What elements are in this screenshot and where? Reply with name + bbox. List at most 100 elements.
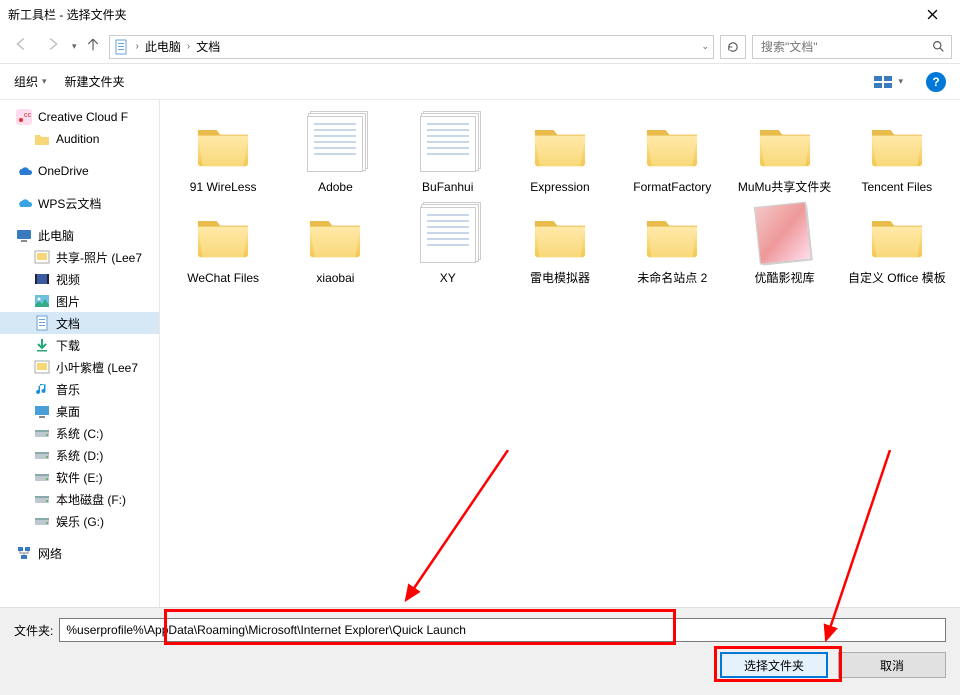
folder-icon (528, 208, 592, 263)
folder-item[interactable]: 91 WireLess (170, 114, 276, 195)
tree-item[interactable]: 共享-照片 (Lee7 (0, 246, 159, 268)
folder-path-input[interactable] (59, 618, 946, 642)
forward-button[interactable] (40, 35, 66, 58)
folder-field-label: 文件夹: (14, 622, 53, 639)
item-label: xiaobai (316, 271, 354, 286)
item-label: Adobe (318, 180, 353, 195)
folder-icon (191, 208, 255, 263)
organize-menu[interactable]: 组织 ▾ (14, 73, 47, 90)
tree-item-label: 娱乐 (G:) (56, 513, 104, 530)
help-button[interactable]: ? (926, 72, 946, 92)
address-history-dropdown[interactable]: ⌄ (701, 41, 709, 52)
cancel-button[interactable]: 取消 (838, 652, 946, 678)
folder-content-pane[interactable]: 91 WireLess Adobe BuFanhuiExpression Format… (160, 100, 960, 607)
folder-icon (303, 208, 367, 263)
folder-icon (865, 117, 929, 172)
document-location-icon (114, 39, 130, 55)
tree-item[interactable]: cc Creative Cloud F (0, 106, 159, 128)
refresh-button[interactable] (720, 35, 746, 59)
tree-item[interactable]: 桌面 (0, 400, 159, 422)
folder-item[interactable]: XY (395, 205, 501, 286)
tree-item[interactable]: OneDrive (0, 160, 159, 182)
tree-item[interactable]: 软件 (E:) (0, 466, 159, 488)
back-button[interactable] (8, 35, 34, 58)
svg-text:cc: cc (24, 112, 32, 119)
tree-item[interactable]: 娱乐 (G:) (0, 510, 159, 532)
folder-item[interactable]: Tencent Files (844, 114, 950, 195)
tree-item[interactable]: 小叶紫檀 (Lee7 (0, 356, 159, 378)
picture-icon (34, 293, 50, 309)
tree-item[interactable]: 音乐 (0, 378, 159, 400)
document-stack-icon (420, 116, 476, 172)
search-box[interactable] (752, 35, 952, 59)
close-icon (927, 9, 938, 20)
folder-icon (865, 208, 929, 263)
tree-item[interactable]: 图片 (0, 290, 159, 312)
tree-item[interactable]: 文档 (0, 312, 159, 334)
item-label: FormatFactory (633, 180, 711, 195)
item-label: 雷电模拟器 (530, 271, 590, 286)
network-icon (16, 545, 32, 561)
tree-item-label: 本地磁盘 (F:) (56, 491, 126, 508)
folder-item[interactable]: 未命名站点 2 (619, 205, 725, 286)
breadcrumb-documents[interactable]: 文档 (196, 38, 220, 55)
new-folder-button[interactable]: 新建文件夹 (65, 73, 125, 90)
photo-icon (34, 359, 50, 375)
breadcrumb-separator-icon: › (187, 41, 190, 52)
recent-locations-dropdown[interactable]: ▾ (72, 41, 77, 52)
tree-item[interactable]: 系统 (C:) (0, 422, 159, 444)
document-stack-icon (420, 207, 476, 263)
tree-item-label: Creative Cloud F (38, 110, 128, 124)
tree-item[interactable]: 本地磁盘 (F:) (0, 488, 159, 510)
tree-item[interactable]: 网络 (0, 542, 159, 564)
photo-stack-icon (757, 205, 813, 266)
tree-item-label: 视频 (56, 271, 80, 288)
folder-item[interactable]: xiaobai (282, 205, 388, 286)
doc-icon (34, 315, 50, 331)
folder-item[interactable]: MuMu共享文件夹 (731, 114, 837, 195)
tree-item-label: 下载 (56, 337, 80, 354)
item-label: Tencent Files (861, 180, 932, 195)
navigation-tree[interactable]: cc Creative Cloud F Audition OneDrive WPS云文档… (0, 100, 160, 607)
tree-item[interactable]: 系统 (D:) (0, 444, 159, 466)
tree-item[interactable]: WPS云文档 (0, 192, 159, 214)
tree-item[interactable]: 下载 (0, 334, 159, 356)
folder-item[interactable]: WeChat Files (170, 205, 276, 286)
tree-item-label: 小叶紫檀 (Lee7 (56, 359, 138, 376)
drive-icon (34, 447, 50, 463)
folder-item[interactable]: 优酷影视库 (731, 205, 837, 286)
drive-icon (34, 469, 50, 485)
folder-item[interactable]: Expression (507, 114, 613, 195)
close-button[interactable] (912, 1, 952, 29)
drive-icon (34, 491, 50, 507)
tree-item-label: 音乐 (56, 381, 80, 398)
folder-item[interactable]: Adobe (282, 114, 388, 195)
address-bar[interactable]: › 此电脑 › 文档 ⌄ (109, 35, 714, 59)
search-input[interactable] (759, 39, 919, 55)
drive-icon (34, 425, 50, 441)
folder-item[interactable]: BuFanhui (395, 114, 501, 195)
window-title: 新工具栏 - 选择文件夹 (8, 6, 912, 23)
tree-item[interactable]: 视频 (0, 268, 159, 290)
select-folder-button[interactable]: 选择文件夹 (720, 652, 828, 678)
tree-item[interactable]: 此电脑 (0, 224, 159, 246)
folder-icon (640, 117, 704, 172)
item-label: 自定义 Office 模板 (848, 271, 946, 286)
tree-item-label: 共享-照片 (Lee7 (56, 249, 142, 266)
arrow-right-icon (44, 35, 62, 53)
folder-item[interactable]: 雷电模拟器 (507, 205, 613, 286)
item-label: 未命名站点 2 (637, 271, 707, 286)
folder-item[interactable]: FormatFactory (619, 114, 725, 195)
tree-item-label: 此电脑 (38, 227, 74, 244)
up-button[interactable] (83, 36, 103, 57)
item-label: XY (440, 271, 456, 286)
breadcrumb-this-pc[interactable]: 此电脑 (145, 38, 181, 55)
folder-item[interactable]: 自定义 Office 模板 (844, 205, 950, 286)
folder-icon (753, 117, 817, 172)
tree-item-label: Audition (56, 132, 99, 146)
item-label: 优酷影视库 (755, 271, 815, 286)
tree-item-label: 系统 (C:) (56, 425, 103, 442)
view-options-button[interactable]: ▾ (869, 72, 908, 92)
tree-item[interactable]: Audition (0, 128, 159, 150)
document-stack-icon (307, 116, 363, 172)
